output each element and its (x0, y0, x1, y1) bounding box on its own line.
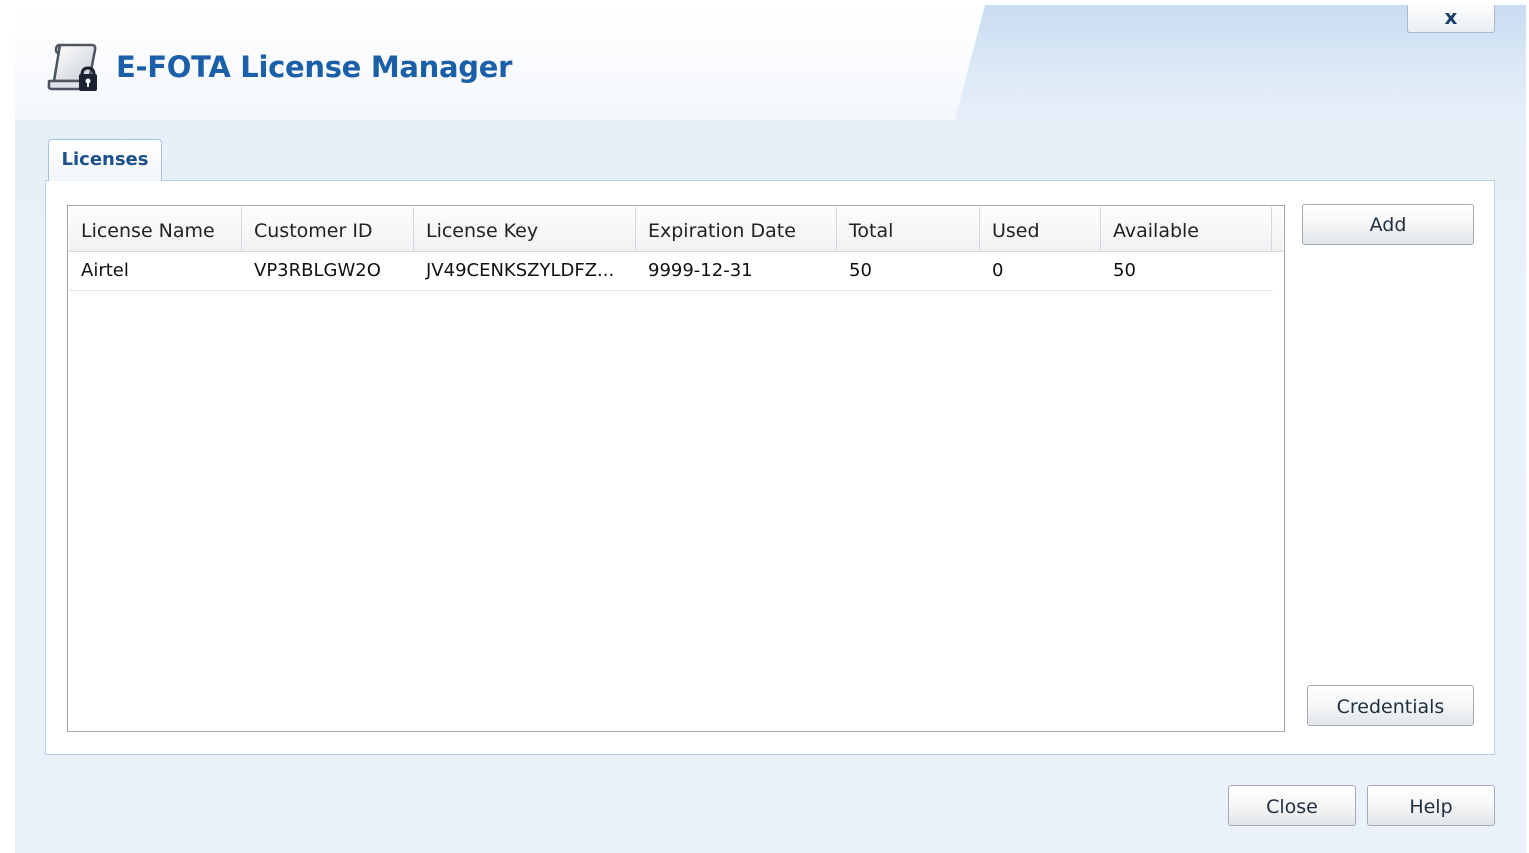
tab-licenses[interactable]: Licenses (48, 139, 162, 181)
cell-customer-id: VP3RBLGW2O (254, 260, 381, 281)
close-window-button[interactable]: x (1407, 5, 1495, 33)
dialog-title: E-FOTA License Manager (116, 50, 513, 84)
credentials-button[interactable]: Credentials (1307, 685, 1474, 726)
cell-license-name: Airtel (81, 260, 129, 281)
cell-available: 50 (1113, 260, 1136, 281)
license-manager-dialog: x E-FOTA License Manager Licenses Licens… (15, 5, 1526, 853)
cell-expiration-date: 9999-12-31 (648, 260, 753, 281)
close-button[interactable]: Close (1228, 785, 1356, 826)
cell-license-key: JV49CENKSZYLDFZ... (426, 260, 615, 281)
cell-total: 50 (849, 260, 872, 281)
help-button[interactable]: Help (1367, 785, 1495, 826)
licenses-tab-panel: License Name Customer ID License Key Exp… (45, 180, 1495, 755)
column-header-total[interactable]: Total (837, 207, 980, 251)
column-header-available[interactable]: Available (1101, 207, 1272, 251)
add-button[interactable]: Add (1302, 204, 1474, 245)
column-header-expiration-date[interactable]: Expiration Date (636, 207, 837, 251)
licenses-table[interactable]: License Name Customer ID License Key Exp… (67, 205, 1285, 732)
table-header: License Name Customer ID License Key Exp… (69, 207, 1283, 252)
column-header-used[interactable]: Used (980, 207, 1101, 251)
column-header-customer-id[interactable]: Customer ID (242, 207, 414, 251)
column-header-license-name[interactable]: License Name (69, 207, 242, 251)
column-header-license-key[interactable]: License Key (414, 207, 636, 251)
table-row[interactable]: Airtel VP3RBLGW2O JV49CENKSZYLDFZ... 999… (69, 252, 1273, 291)
license-scroll-lock-icon (46, 41, 100, 93)
cell-used: 0 (992, 260, 1004, 281)
